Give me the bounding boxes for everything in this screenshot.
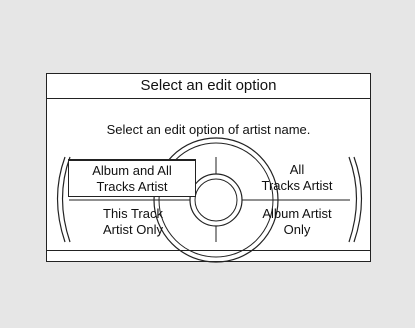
option-album-artist-only[interactable]: Album Artist Only [242,204,352,240]
edit-option-screen: Select an edit option Select an edit opt… [46,73,371,263]
option-album-and-all-tracks-artist[interactable]: Album and All Tracks Artist [68,159,196,197]
option-this-track-artist-only[interactable]: This Track Artist Only [73,204,193,240]
option-this-track-artist-only-label: This Track Artist Only [103,206,163,237]
option-all-tracks-artist[interactable]: All Tracks Artist [242,160,352,196]
bottom-bar [47,250,370,261]
option-all-tracks-artist-label: All Tracks Artist [261,162,333,193]
option-album-artist-only-label: Album Artist Only [262,206,332,237]
option-album-and-all-tracks-artist-label: Album and All Tracks Artist [92,162,172,194]
